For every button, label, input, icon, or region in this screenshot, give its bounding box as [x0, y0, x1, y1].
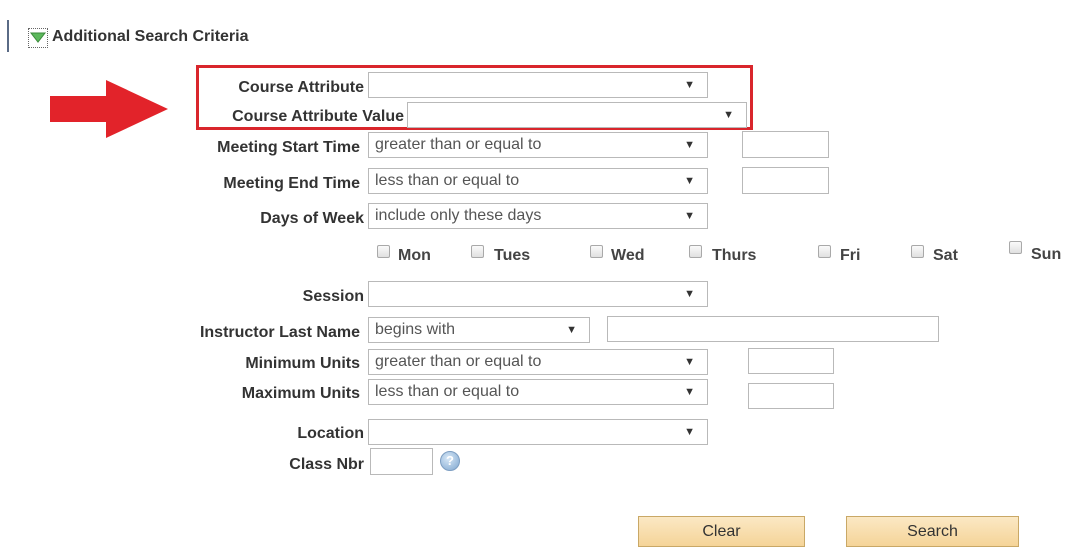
day-label-sat: Sat: [933, 247, 958, 264]
meeting-end-time-input[interactable]: [742, 167, 829, 194]
meeting-start-time-input[interactable]: [742, 131, 829, 158]
dropdown-arrow-icon: ▼: [723, 109, 734, 121]
clear-button[interactable]: Clear: [638, 516, 805, 547]
day-label-mon: Mon: [398, 247, 431, 264]
instructor-last-name-input[interactable]: [607, 316, 939, 342]
question-icon[interactable]: ?: [440, 451, 460, 471]
meeting-end-time-label: Meeting End Time: [223, 175, 360, 192]
red-arrow-icon: [50, 80, 168, 138]
checkbox-sun[interactable]: [1009, 241, 1022, 254]
dropdown-arrow-icon: ▼: [684, 139, 695, 151]
day-label-tues: Tues: [494, 247, 531, 264]
course-attribute-label: Course Attribute: [238, 79, 364, 96]
maximum-units-operator-select[interactable]: less than or equal to ▼: [368, 379, 708, 405]
dropdown-arrow-icon: ▼: [684, 210, 695, 222]
minimum-units-input[interactable]: [748, 348, 834, 374]
search-button[interactable]: Search: [846, 516, 1019, 547]
days-of-week-label: Days of Week: [260, 210, 364, 227]
section-toggle[interactable]: [28, 28, 48, 48]
day-label-wed: Wed: [611, 247, 645, 264]
checkbox-tues[interactable]: [471, 245, 484, 258]
session-label: Session: [302, 288, 364, 305]
checkbox-wed[interactable]: [590, 245, 603, 258]
minimum-units-operator-select[interactable]: greater than or equal to ▼: [368, 349, 708, 375]
section-divider: [7, 20, 9, 52]
dropdown-arrow-icon: ▼: [684, 288, 695, 300]
maximum-units-label: Maximum Units: [241, 385, 360, 402]
dropdown-arrow-icon: ▼: [684, 426, 695, 438]
course-attribute-value-label: Course Attribute Value: [232, 108, 404, 125]
dropdown-arrow-icon: ▼: [684, 386, 695, 398]
instructor-last-name-label: Instructor Last Name: [199, 324, 360, 341]
course-attribute-select[interactable]: ▼: [368, 72, 708, 98]
class-nbr-input[interactable]: [370, 448, 433, 475]
dropdown-arrow-icon: ▼: [566, 324, 577, 336]
checkbox-thurs[interactable]: [689, 245, 702, 258]
dropdown-arrow-icon: ▼: [684, 356, 695, 368]
course-attribute-value-select[interactable]: ▼: [407, 102, 747, 128]
meeting-start-time-label: Meeting Start Time: [217, 139, 360, 156]
day-label-thurs: Thurs: [712, 247, 757, 264]
instructor-last-name-operator-select[interactable]: begins with ▼: [368, 317, 590, 343]
day-label-fri: Fri: [840, 247, 861, 264]
day-label-sun: Sun: [1031, 246, 1062, 263]
location-select[interactable]: ▼: [368, 419, 708, 445]
checkbox-sat[interactable]: [911, 245, 924, 258]
location-label: Location: [297, 425, 364, 442]
maximum-units-input[interactable]: [748, 383, 834, 409]
minimum-units-label: Minimum Units: [245, 355, 360, 372]
triangle-down-icon: [29, 32, 47, 43]
days-of-week-operator-select[interactable]: include only these days ▼: [368, 203, 708, 229]
section-title: Additional Search Criteria: [52, 28, 249, 45]
class-nbr-label: Class Nbr: [289, 456, 364, 473]
checkbox-fri[interactable]: [818, 245, 831, 258]
dropdown-arrow-icon: ▼: [684, 79, 695, 91]
session-select[interactable]: ▼: [368, 281, 708, 307]
meeting-start-time-operator-select[interactable]: greater than or equal to ▼: [368, 132, 708, 158]
checkbox-mon[interactable]: [377, 245, 390, 258]
dropdown-arrow-icon: ▼: [684, 175, 695, 187]
meeting-end-time-operator-select[interactable]: less than or equal to ▼: [368, 168, 708, 194]
